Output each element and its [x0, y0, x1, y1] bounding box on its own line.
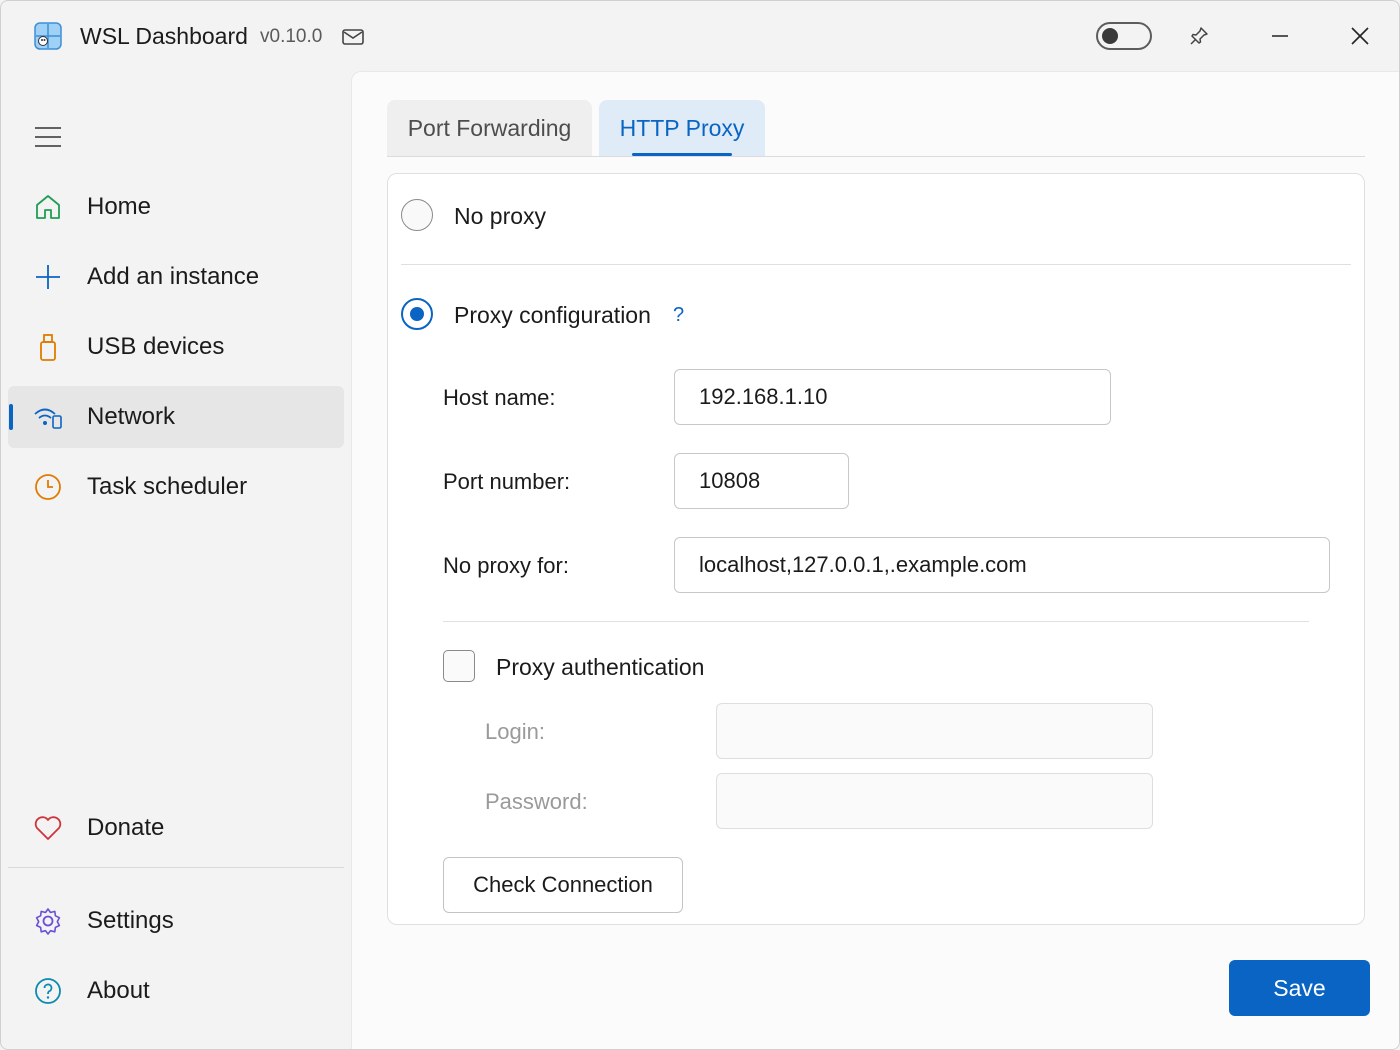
- sidebar-item-label: USB devices: [87, 333, 225, 360]
- tab-http-proxy[interactable]: HTTP Proxy: [599, 100, 765, 156]
- no-proxy-label: No proxy: [454, 203, 547, 229]
- no-proxy-radio[interactable]: [401, 199, 433, 231]
- home-icon: [33, 192, 63, 222]
- tab-label: HTTP Proxy: [619, 114, 745, 141]
- sidebar-item-add-instance[interactable]: Add an instance: [8, 246, 344, 308]
- main-content: Port Forwarding HTTP Proxy No proxy Prox…: [351, 71, 1399, 1049]
- save-button[interactable]: Save: [1229, 960, 1370, 1016]
- password-label: Password:: [485, 789, 588, 814]
- login-label: Login:: [485, 719, 545, 744]
- host-name-input[interactable]: [674, 369, 1111, 425]
- sidebar: Home Add an instance USB devices Network…: [1, 71, 351, 1049]
- sidebar-item-home[interactable]: Home: [8, 176, 344, 238]
- tab-divider: [387, 156, 1365, 157]
- tab-port-forwarding[interactable]: Port Forwarding: [387, 100, 592, 156]
- close-icon[interactable]: [1337, 17, 1383, 55]
- check-connection-button[interactable]: Check Connection: [443, 857, 683, 913]
- theme-toggle[interactable]: [1096, 22, 1152, 50]
- minimize-icon[interactable]: [1257, 17, 1303, 55]
- gear-icon: [33, 906, 63, 936]
- sidebar-item-label: Settings: [87, 907, 174, 934]
- help-circle-icon: [33, 976, 63, 1006]
- proxy-configuration-label: Proxy configuration: [454, 302, 651, 328]
- clock-icon: [33, 472, 63, 502]
- password-input[interactable]: [716, 773, 1153, 829]
- network-icon: [33, 402, 63, 432]
- sidebar-item-settings[interactable]: Settings: [8, 890, 344, 952]
- plus-icon: [33, 262, 63, 292]
- sidebar-item-network[interactable]: Network: [8, 386, 344, 448]
- usb-icon: [33, 332, 63, 362]
- hamburger-icon[interactable]: [33, 125, 63, 149]
- port-number-label: Port number:: [443, 469, 571, 494]
- card-divider: [443, 621, 1309, 622]
- sidebar-item-task-scheduler[interactable]: Task scheduler: [8, 456, 344, 518]
- app-version: v0.10.0: [260, 26, 323, 47]
- sidebar-item-label: Home: [87, 193, 152, 220]
- toggle-knob: [1102, 28, 1118, 44]
- login-input[interactable]: [716, 703, 1153, 759]
- selection-indicator: [9, 404, 13, 430]
- sidebar-item-label: Task scheduler: [87, 473, 248, 500]
- proxy-authentication-label: Proxy authentication: [496, 654, 705, 680]
- port-number-input[interactable]: [674, 453, 849, 509]
- title-bar: WSL Dashboard v0.10.0: [1, 1, 1399, 71]
- host-name-label: Host name:: [443, 385, 556, 410]
- mail-icon[interactable]: [341, 27, 365, 47]
- no-proxy-for-label: No proxy for:: [443, 553, 569, 578]
- sidebar-divider: [8, 867, 344, 868]
- sidebar-item-about[interactable]: About: [8, 960, 344, 1022]
- sidebar-item-label: Network: [87, 403, 176, 430]
- wsl-app-icon: [34, 22, 62, 50]
- sidebar-item-usb-devices[interactable]: USB devices: [8, 316, 344, 378]
- proxy-configuration-radio[interactable]: [401, 298, 433, 330]
- app-title: WSL Dashboard: [80, 23, 248, 49]
- heart-icon: [33, 813, 63, 843]
- sidebar-item-donate[interactable]: Donate: [8, 797, 344, 859]
- proxy-settings-card: No proxy Proxy configuration ? Host name…: [387, 173, 1365, 925]
- sidebar-item-label: Add an instance: [87, 263, 260, 290]
- no-proxy-for-input[interactable]: [674, 537, 1330, 593]
- card-divider: [401, 264, 1351, 265]
- pin-icon[interactable]: [1188, 25, 1210, 47]
- proxy-help-link[interactable]: ?: [673, 304, 684, 327]
- sidebar-item-label: About: [87, 977, 150, 1004]
- proxy-authentication-checkbox[interactable]: [443, 650, 475, 682]
- sidebar-item-label: Donate: [87, 814, 165, 841]
- app-window: WSL Dashboard v0.10.0 Home Add an instan…: [0, 0, 1400, 1050]
